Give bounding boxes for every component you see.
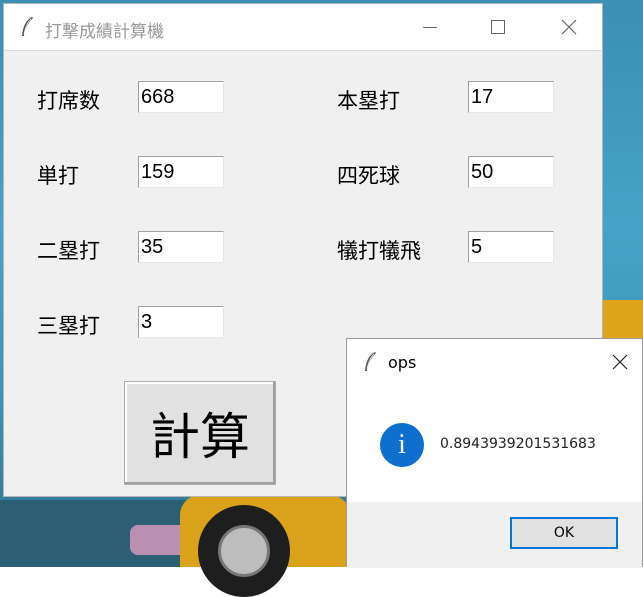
desktop-wallpaper-rim xyxy=(218,525,270,577)
dialog-close-button[interactable] xyxy=(597,339,643,385)
main-titlebar[interactable]: 打撃成績計算機 xyxy=(4,4,602,51)
home-run-input[interactable] xyxy=(468,81,554,113)
sacrifice-label: 犠打犠飛 xyxy=(337,239,421,263)
triple-label: 三塁打 xyxy=(37,314,100,338)
minimize-button[interactable] xyxy=(407,4,453,50)
walks-input[interactable] xyxy=(468,156,554,188)
double-label: 二塁打 xyxy=(37,239,100,263)
home-run-label: 本塁打 xyxy=(337,89,400,113)
ops-dialog: ops i 0.8943939201531683 OK xyxy=(346,338,643,568)
dialog-message: 0.8943939201531683 xyxy=(440,436,596,452)
sacrifice-input[interactable] xyxy=(468,231,554,263)
dialog-title: ops xyxy=(388,353,417,372)
single-input[interactable] xyxy=(138,156,224,188)
feather-icon xyxy=(365,352,376,371)
window-title: 打撃成績計算機 xyxy=(45,22,164,42)
maximize-icon xyxy=(491,20,505,34)
info-icon: i xyxy=(380,423,424,467)
maximize-button[interactable] xyxy=(475,4,521,50)
ok-button[interactable]: OK xyxy=(510,517,618,549)
close-button[interactable] xyxy=(546,4,592,50)
dialog-titlebar[interactable]: ops xyxy=(347,339,642,385)
feather-icon xyxy=(22,17,33,36)
walks-label: 四死球 xyxy=(337,164,400,188)
at-bats-input[interactable] xyxy=(138,81,224,113)
at-bats-label: 打席数 xyxy=(37,89,100,113)
single-label: 単打 xyxy=(37,164,79,188)
close-icon xyxy=(561,19,577,35)
triple-input[interactable] xyxy=(138,306,224,338)
minimize-icon xyxy=(423,26,437,28)
calculate-button[interactable]: 計算 xyxy=(124,381,276,485)
close-icon xyxy=(612,354,628,370)
double-input[interactable] xyxy=(138,231,224,263)
